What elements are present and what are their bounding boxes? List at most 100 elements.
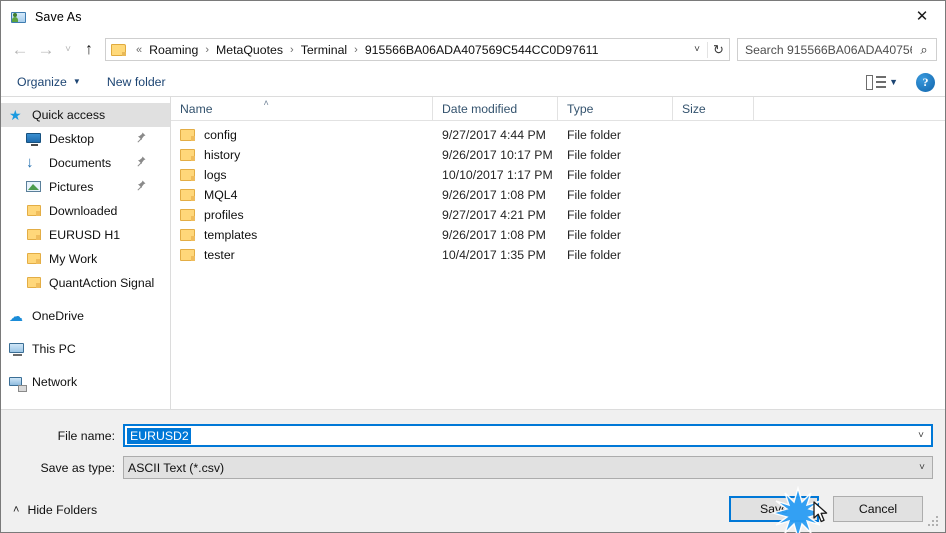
sidebar-item-label: QuantAction Signal (49, 276, 155, 290)
address-chevron-down-icon[interactable]: ˅ (687, 44, 707, 55)
file-date-cell: 9/26/2017 1:08 PM (442, 228, 546, 242)
column-header-type[interactable]: Type (558, 96, 673, 121)
breadcrumb-overflow[interactable]: « (131, 44, 147, 56)
save-as-type-label: Save as type: (40, 460, 115, 475)
sidebar-item-label: Desktop (49, 132, 95, 146)
chevron-down-icon[interactable]: ˅ (918, 426, 924, 445)
file-name-row: File name: EURUSD2 ˅ (1, 424, 945, 447)
column-header-size[interactable]: Size (673, 96, 754, 121)
table-row[interactable]: templates 9/26/2017 1:08 PM File folder (171, 225, 945, 245)
sidebar-item-label: Quick access (32, 108, 106, 122)
breadcrumb: « Roaming › MetaQuotes › Terminal › 9155… (131, 43, 687, 57)
save-form: File name: EURUSD2 ˅ Save as type: ASCII… (1, 410, 945, 488)
folder-icon (180, 229, 195, 241)
organize-button[interactable]: Organize ▼ (17, 75, 81, 89)
sidebar-item-downloaded[interactable]: Downloaded (1, 199, 170, 223)
search-input[interactable]: Search 915566BA06ADA40756… (738, 43, 912, 57)
file-name-input[interactable]: EURUSD2 ˅ (123, 424, 933, 447)
help-button[interactable]: ? (916, 72, 935, 92)
file-name-cell: history (171, 148, 433, 162)
table-row[interactable]: profiles 9/27/2017 4:21 PM File folder (171, 205, 945, 225)
close-icon[interactable]: ✕ (899, 1, 945, 32)
desktop-icon (26, 131, 42, 147)
address-bar[interactable]: « Roaming › MetaQuotes › Terminal › 9155… (105, 38, 730, 61)
breadcrumb-item-terminal-id[interactable]: 915566BA06ADA407569C544CC0D97611 (363, 43, 601, 57)
sidebar-item-quick-access[interactable]: ★ Quick access (1, 103, 170, 127)
sidebar-item-label: OneDrive (32, 309, 84, 323)
file-date-cell: 10/4/2017 1:35 PM (442, 248, 546, 262)
sidebar-item-my-work[interactable]: My Work (1, 247, 170, 271)
chevron-down-icon[interactable]: ˅ (919, 457, 925, 478)
network-icon (9, 374, 27, 392)
file-name-cell: logs (171, 168, 433, 182)
folder-icon (180, 189, 195, 201)
column-header-row: ˄ Name Date modified Type Size (171, 96, 945, 121)
pin-icon[interactable] (137, 180, 146, 191)
table-row[interactable]: history 9/26/2017 10:17 PM File folder (171, 145, 945, 165)
table-row[interactable]: MQL4 9/26/2017 1:08 PM File folder (171, 185, 945, 205)
breadcrumb-separator: › (354, 43, 358, 56)
sidebar-item-label: My Work (49, 252, 98, 266)
folder-icon (180, 209, 195, 221)
breadcrumb-separator: › (205, 43, 210, 56)
breadcrumb-item-terminal[interactable]: Terminal (299, 43, 349, 57)
folder-icon (111, 43, 126, 56)
breadcrumb-separator: › (290, 43, 294, 56)
pin-icon[interactable] (137, 156, 146, 167)
table-row[interactable]: logs 10/10/2017 1:17 PM File folder (171, 165, 945, 185)
new-folder-button[interactable]: New folder (107, 75, 166, 89)
sidebar-item-network[interactable]: Network (1, 370, 170, 394)
refresh-icon[interactable]: ↻ (707, 41, 729, 58)
window-title: Save As (35, 9, 82, 24)
view-chevron-down-icon[interactable]: ▼ (889, 77, 898, 87)
sidebar-item-desktop[interactable]: Desktop (1, 127, 170, 151)
table-row[interactable]: tester 10/4/2017 1:35 PM File folder (171, 245, 945, 265)
cancel-button[interactable]: Cancel (833, 496, 923, 522)
breadcrumb-item-metaquotes[interactable]: MetaQuotes (214, 43, 285, 57)
file-type-cell: File folder (567, 188, 621, 202)
sidebar-item-label: Pictures (49, 180, 94, 194)
hide-folders-button[interactable]: ˄ Hide Folders (13, 503, 97, 517)
folder-icon (180, 129, 195, 141)
save-as-type-select[interactable]: ASCII Text (*.csv) ˅ (123, 456, 933, 479)
sidebar-item-eurusd-h1[interactable]: EURUSD H1 (1, 223, 170, 247)
dialog-body: ★ Quick access Desktop ↓ Documents Pictu… (1, 96, 945, 410)
file-type-cell: File folder (567, 168, 621, 182)
table-row[interactable]: config 9/27/2017 4:44 PM File folder (171, 125, 945, 145)
file-type-cell: File folder (567, 148, 621, 162)
search-box[interactable]: Search 915566BA06ADA40756… ⌕ (737, 38, 937, 61)
pin-icon[interactable] (137, 132, 146, 143)
file-name-cell: MQL4 (171, 188, 433, 202)
command-bar-right: ▼ ? (866, 67, 935, 97)
file-name-cell: profiles (171, 208, 433, 222)
sidebar-item-quantaction-signal[interactable]: QuantAction Signal (1, 271, 170, 295)
file-type-cell: File folder (567, 248, 621, 262)
recent-locations-chevron-down-icon[interactable]: ˅ (59, 37, 77, 63)
sidebar-item-this-pc[interactable]: This PC (1, 337, 170, 361)
change-view-icon[interactable] (866, 74, 887, 90)
resize-grip-icon[interactable] (928, 516, 940, 528)
cloud-icon: ☁ (9, 308, 23, 324)
file-type-cell: File folder (567, 228, 621, 242)
column-header-date-modified[interactable]: Date modified (433, 96, 558, 121)
file-name-label: MQL4 (204, 188, 238, 202)
breadcrumb-item-roaming[interactable]: Roaming (147, 43, 200, 57)
file-name-cell: templates (171, 228, 433, 242)
sidebar-item-documents[interactable]: ↓ Documents (1, 151, 170, 175)
pictures-icon (26, 179, 42, 195)
file-name-label: tester (204, 248, 235, 262)
save-button[interactable]: Save (729, 496, 819, 522)
save-as-type-value: ASCII Text (*.csv) (128, 460, 225, 475)
file-name-label: config (204, 128, 237, 142)
sidebar-item-pictures[interactable]: Pictures (1, 175, 170, 199)
sidebar-item-onedrive[interactable]: ☁ OneDrive (1, 304, 170, 328)
column-header-label: Name (180, 101, 213, 116)
forward-icon[interactable]: → (33, 37, 59, 63)
column-header-name[interactable]: ˄ Name (171, 96, 433, 121)
file-type-cell: File folder (567, 128, 621, 142)
file-name-label: File name: (57, 428, 115, 443)
back-icon[interactable]: ← (7, 37, 33, 63)
hide-folders-label: Hide Folders (27, 503, 98, 517)
up-one-level-icon[interactable]: ↑ (77, 37, 101, 63)
file-name-label: templates (204, 228, 258, 242)
